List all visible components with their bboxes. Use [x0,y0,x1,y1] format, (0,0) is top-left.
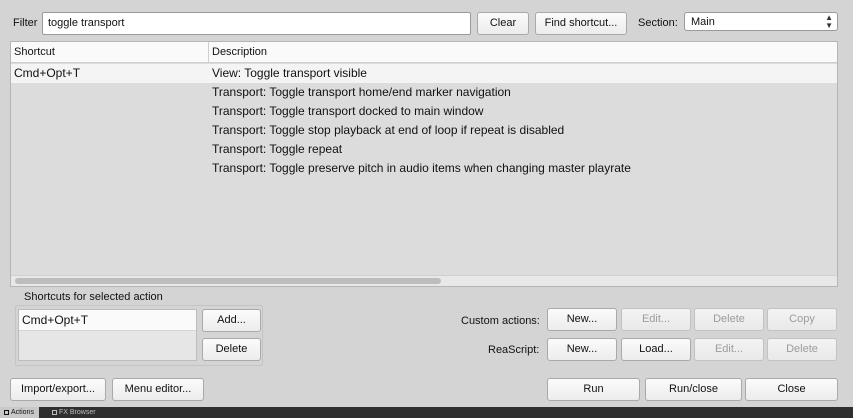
filter-label: Filter [13,17,38,29]
description-cell: View: Toggle transport visible [212,66,367,80]
dock-tab-label: Actions [11,409,34,416]
delete-shortcut-button[interactable]: Delete [202,338,261,361]
run-close-button[interactable]: Run/close [645,378,742,401]
window-icon [4,409,9,415]
table-header: Shortcut Description [11,42,837,63]
description-cell: Transport: Toggle transport home/end mar… [212,85,511,99]
reascript-label: ReaScript: [488,344,540,356]
description-cell: Transport: Toggle transport docked to ma… [212,104,484,118]
table-row[interactable]: Transport: Toggle stop playback at end o… [11,121,837,140]
custom-delete-button[interactable]: Delete [694,308,764,331]
dock-tab-label: FX Browser [59,409,96,416]
window-icon [52,409,57,415]
dock-tab-actions[interactable]: Actions [0,407,39,418]
updown-chevron-icon: ▲ ▼ [825,13,833,30]
table-row[interactable]: Transport: Toggle transport docked to ma… [11,102,837,121]
table-row[interactable]: Transport: Toggle repeat [11,140,837,159]
section-label: Section: [638,17,678,29]
horizontal-scrollbar[interactable] [11,275,837,286]
custom-copy-button[interactable]: Copy [767,308,837,331]
dock-tab-bar: Actions FX Browser [0,407,853,418]
scrollbar-thumb[interactable] [15,278,441,284]
custom-edit-button[interactable]: Edit... [621,308,691,331]
shortcuts-panel-title: Shortcuts for selected action [24,291,163,303]
description-cell: Transport: Toggle repeat [212,142,343,156]
reascript-delete-button[interactable]: Delete [767,338,837,361]
dock-tab-fx-browser[interactable]: FX Browser [48,407,101,418]
run-button[interactable]: Run [547,378,640,401]
add-shortcut-button[interactable]: Add... [202,309,261,332]
import-export-button[interactable]: Import/export... [10,378,106,401]
section-select-value: Main [691,16,715,28]
find-shortcut-button[interactable]: Find shortcut... [535,12,627,35]
description-cell: Transport: Toggle preserve pitch in audi… [212,161,631,175]
clear-button[interactable]: Clear [477,12,529,35]
custom-new-button[interactable]: New... [547,308,617,331]
reascript-edit-button[interactable]: Edit... [694,338,764,361]
table-row[interactable]: Cmd+Opt+T View: Toggle transport visible [11,64,837,83]
table-row[interactable]: Transport: Toggle preserve pitch in audi… [11,159,837,178]
section-select[interactable]: Main ▲ ▼ [684,12,838,31]
list-item[interactable]: Cmd+Opt+T [19,310,196,331]
column-header-description[interactable]: Description [208,42,837,63]
menu-editor-button[interactable]: Menu editor... [112,378,204,401]
actions-table[interactable]: Shortcut Description Cmd+Opt+T View: Tog… [10,41,838,287]
reascript-new-button[interactable]: New... [547,338,617,361]
table-row[interactable]: Transport: Toggle transport home/end mar… [11,83,837,102]
close-button[interactable]: Close [745,378,838,401]
shortcut-cell: Cmd+Opt+T [14,66,81,80]
shortcuts-list[interactable]: Cmd+Opt+T [18,309,197,361]
filter-input[interactable]: toggle transport [42,12,471,35]
column-header-shortcut[interactable]: Shortcut [11,42,209,63]
description-cell: Transport: Toggle stop playback at end o… [212,123,565,137]
custom-actions-label: Custom actions: [461,315,540,327]
reascript-load-button[interactable]: Load... [621,338,691,361]
